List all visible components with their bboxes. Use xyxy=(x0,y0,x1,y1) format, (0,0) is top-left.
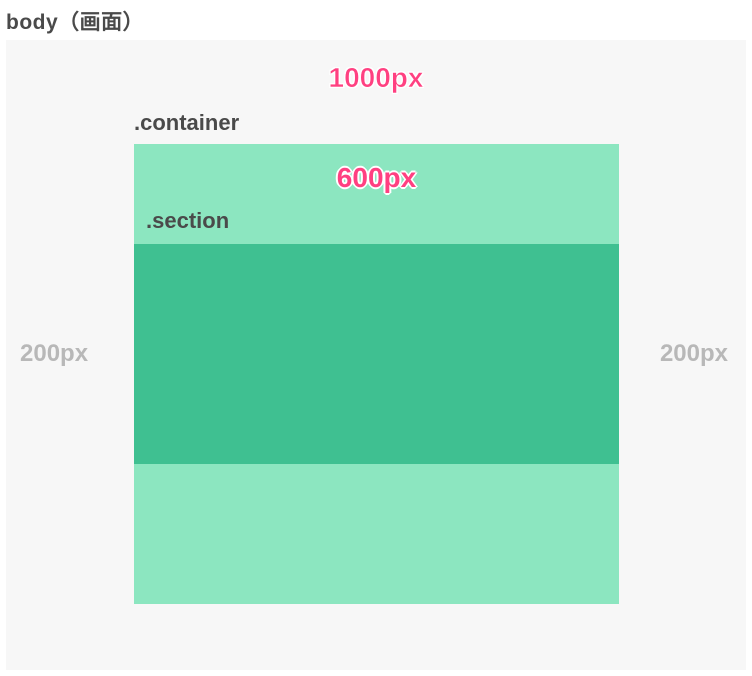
body-label: body（画面） xyxy=(6,6,144,36)
container-box: 600px .section xyxy=(134,144,619,604)
left-margin-label: 200px xyxy=(20,340,88,368)
inner-width-label: 600px xyxy=(337,162,416,194)
right-margin-label: 200px xyxy=(660,340,728,368)
container-class-label: .container xyxy=(134,110,239,136)
outer-width-label: 1000px xyxy=(329,62,424,94)
section-box xyxy=(134,244,619,464)
section-class-label: .section xyxy=(146,208,229,234)
body-area: 1000px .container 600px .section 200px 2… xyxy=(6,40,746,670)
